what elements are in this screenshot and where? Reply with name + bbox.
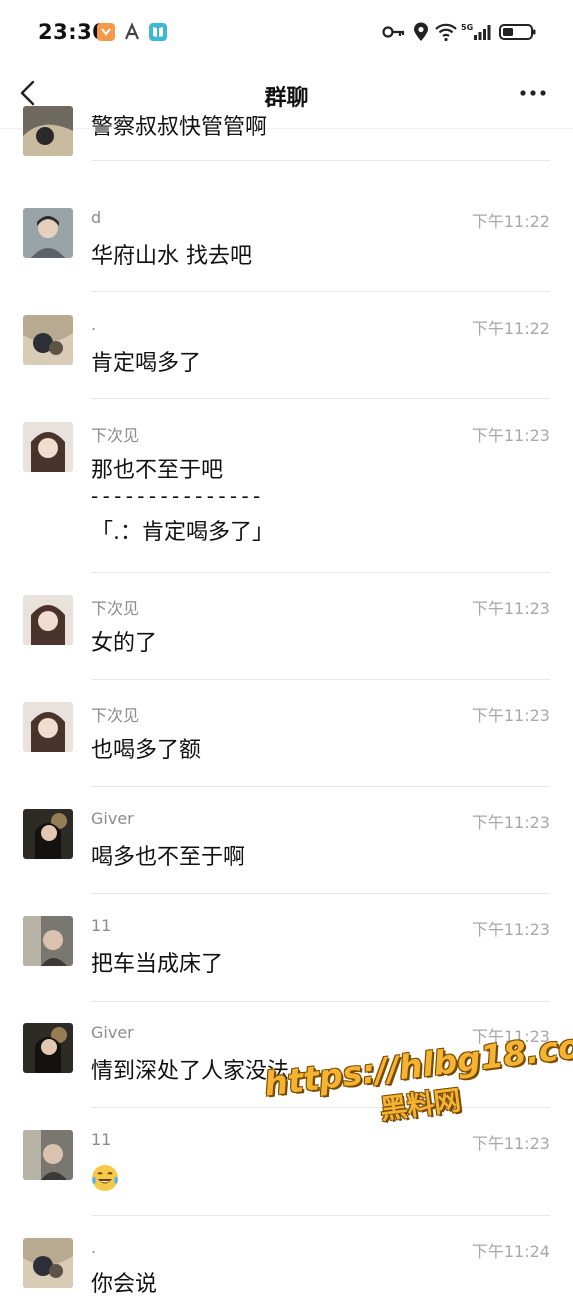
sender-name: Giver: [91, 1023, 134, 1042]
message-text: 华府山水 找去吧: [91, 244, 252, 269]
divider: [91, 572, 550, 573]
avatar-dot-image: [23, 1238, 73, 1288]
battery-icon: [499, 24, 536, 40]
message-text: 也喝多了额: [91, 738, 202, 763]
wifi-icon: [435, 23, 457, 42]
avatar-11-image: [23, 1130, 73, 1180]
sender-name: 下次见: [91, 599, 140, 618]
message-time: 下午11:23: [471, 706, 550, 725]
key-icon: [382, 26, 405, 38]
avatar-dot-image: [23, 106, 73, 156]
message-time: 下午11:23: [471, 813, 550, 832]
divider: [91, 679, 550, 680]
divider: [91, 893, 550, 894]
message-text: 肯定喝多了: [91, 351, 202, 376]
avatar-xiacijian-image: [23, 422, 73, 472]
message-text: 女的了: [91, 631, 158, 656]
message-text: 把车当成床了: [91, 952, 224, 977]
avatar-xiacijian-image: [23, 702, 73, 752]
sender-name: 11: [91, 916, 112, 935]
avatar-giver-image: [23, 1023, 73, 1073]
sender-name: 下次见: [91, 706, 140, 725]
avatar-xiacijian-image: [23, 595, 73, 645]
divider: [91, 291, 550, 292]
divider: [91, 1215, 550, 1216]
divider: [91, 160, 550, 161]
network-type-label: 5G: [461, 23, 473, 32]
message-time: 下午11:23: [471, 426, 550, 445]
sender-name: 11: [91, 1130, 112, 1149]
avatar[interactable]: [23, 315, 73, 365]
avatar[interactable]: [23, 702, 73, 752]
message-text: 警察叔叔快管管啊: [91, 115, 268, 140]
message-text: 喝多也不至于啊: [91, 845, 246, 870]
message-time: 下午11:23: [471, 599, 550, 618]
message-time: 下午11:22: [471, 212, 550, 231]
signal-5g-icon: 5G: [461, 23, 491, 40]
shield-app-icon: [97, 23, 115, 41]
avatar-giver-image: [23, 809, 73, 859]
sender-name: .: [91, 315, 97, 334]
chat-title: 群聊: [264, 86, 309, 111]
message-time: 下午11:22: [471, 319, 550, 338]
a-app-icon: [124, 22, 140, 40]
avatar[interactable]: [23, 595, 73, 645]
avatar[interactable]: [23, 1238, 73, 1288]
avatar[interactable]: [23, 422, 73, 472]
divider: [91, 1001, 550, 1002]
message-time: 下午11:23: [471, 920, 550, 939]
quoted-message[interactable]: 「.：肯定喝多了」: [91, 514, 274, 546]
sender-name: Giver: [91, 809, 134, 828]
message-text: 你会说: [91, 1272, 158, 1297]
avatar[interactable]: [23, 809, 73, 859]
chat-header: 群聊: [0, 64, 573, 129]
divider: [91, 398, 550, 399]
avatar-dot-image: [23, 315, 73, 365]
location-icon: [414, 22, 428, 41]
avatar-11-image: [23, 916, 73, 966]
message-text: 情到深处了人家没法: [91, 1059, 290, 1084]
sender-name: 下次见: [91, 426, 140, 445]
message-text: 那也不至于吧: [91, 458, 224, 483]
quote-separator: - - - - - - - - - - - - - - -: [91, 484, 260, 508]
avatar[interactable]: [23, 1130, 73, 1180]
laughing-tears-emoji-icon: [92, 1165, 118, 1191]
more-options-button[interactable]: [519, 86, 547, 100]
message-time: 下午11:24: [471, 1242, 550, 1261]
avatar-d-image: [23, 208, 73, 258]
sender-name: d: [91, 208, 102, 227]
sender-name: .: [91, 1238, 97, 1257]
avatar[interactable]: [23, 1023, 73, 1073]
avatar[interactable]: [23, 916, 73, 966]
divider: [91, 786, 550, 787]
message-time: 下午11:23: [471, 1134, 550, 1153]
book-app-icon: [149, 23, 167, 41]
status-bar: 23:30 5G: [0, 0, 573, 64]
avatar[interactable]: [23, 106, 73, 156]
avatar[interactable]: [23, 208, 73, 258]
